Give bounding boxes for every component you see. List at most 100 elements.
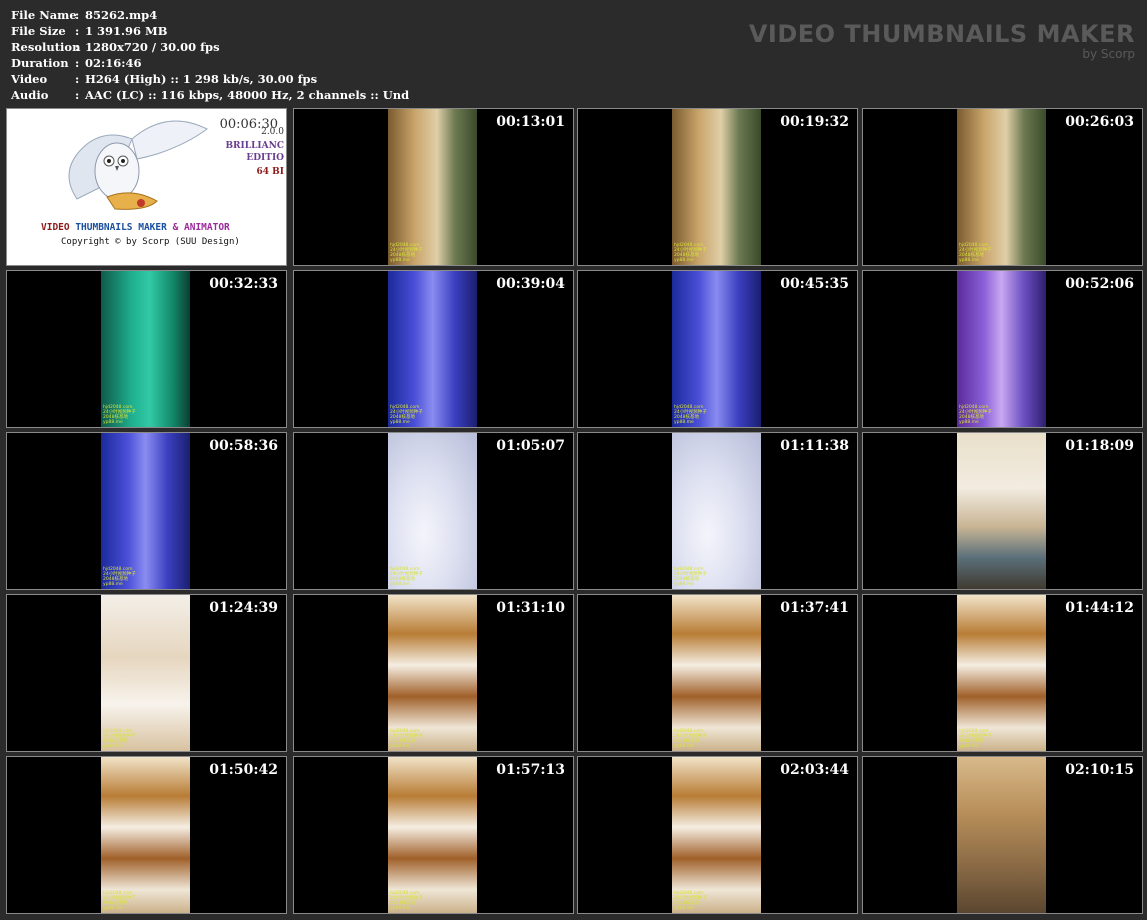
- thumbnail-timestamp: 00:26:03: [1065, 114, 1134, 130]
- thumbnail-tile: 01:18:09: [862, 432, 1143, 590]
- thumbnail-tile: hjd2048.com 24小时视频种子 2048核基地 yp88.me 01:57:1…: [293, 756, 574, 914]
- thumbnail-timestamp: 01:50:42: [209, 762, 278, 778]
- thumbnail-tile: hjd2048.com 24小时视频种子 2048核基地 yp88.me 00:58:3…: [6, 432, 287, 590]
- info-row: Duration:02:16:46: [11, 55, 409, 71]
- thumbnail-timestamp: 01:24:39: [209, 600, 278, 616]
- thumbnail-grid: 00:06:30 2.0.0 BRILLIANC EDITIO 64 BI VI…: [6, 108, 1144, 918]
- video-frame: hjd2048.com 24小时视频种子 2048核基地 yp88.me: [388, 433, 477, 589]
- info-label: Video: [11, 72, 48, 86]
- video-frame: [957, 433, 1046, 589]
- info-separator: :: [75, 40, 80, 54]
- logo-product-part3: & ANIMATOR: [172, 222, 230, 233]
- watermark-line: yp88.me: [103, 582, 123, 587]
- info-row: File Size:1 391.96 MB: [11, 23, 409, 39]
- thumbnail-timestamp: 02:10:15: [1065, 762, 1134, 778]
- watermark-line: yp88.me: [390, 744, 410, 749]
- logo-edition-line1: BRILLIANC: [225, 141, 284, 151]
- thumbnail-tile: hjd2048.com 24小时视频种子 2048核基地 yp88.me 00:39:0…: [293, 270, 574, 428]
- logo-product-part2: THUMBNAILS MAKER: [75, 222, 173, 233]
- info-separator: :: [75, 56, 80, 70]
- watermark-line: yp88.me: [959, 258, 979, 263]
- frame-watermark: hjd2048.com 24小时视频种子 2048核基地 yp88.me: [390, 567, 423, 587]
- thumbnail-tile: hjd2048.com 24小时视频种子 2048核基地 yp88.me 00:52:0…: [862, 270, 1143, 428]
- thumbnail-tile: hjd2048.com 24小时视频种子 2048核基地 yp88.me 00:19:3…: [577, 108, 858, 266]
- frame-watermark: hjd2048.com 24小时视频种子 2048核基地 yp88.me: [959, 729, 992, 749]
- thumbnail-tile: hjd2048.com 24小时视频种子 2048核基地 yp88.me 01:24:3…: [6, 594, 287, 752]
- logo-tile: 00:06:30 2.0.0 BRILLIANC EDITIO 64 BI VI…: [6, 108, 287, 266]
- thumbnail-tile: hjd2048.com 24小时视频种子 2048核基地 yp88.me 01:37:4…: [577, 594, 858, 752]
- video-frame: hjd2048.com 24小时视频种子 2048核基地 yp88.me: [388, 109, 477, 265]
- thumbnail-timestamp: 01:05:07: [496, 438, 565, 454]
- thumbnail-tile: hjd2048.com 24小时视频种子 2048核基地 yp88.me 00:13:0…: [293, 108, 574, 266]
- video-frame: hjd2048.com 24小时视频种子 2048核基地 yp88.me: [388, 595, 477, 751]
- frame-watermark: hjd2048.com 24小时视频种子 2048核基地 yp88.me: [959, 243, 992, 263]
- info-label: File Name: [11, 8, 77, 22]
- info-value: 1280x720 / 30.00 fps: [85, 40, 220, 54]
- frame-watermark: hjd2048.com 24小时视频种子 2048核基地 yp88.me: [674, 243, 707, 263]
- watermark-line: yp88.me: [674, 906, 694, 911]
- video-frame: hjd2048.com 24小时视频种子 2048核基地 yp88.me: [101, 757, 190, 913]
- thumbnail-timestamp: 00:13:01: [496, 114, 565, 130]
- thumbnail-tile: hjd2048.com 24小时视频种子 2048核基地 yp88.me 01:05:0…: [293, 432, 574, 590]
- thumbnail-tile: 02:10:15: [862, 756, 1143, 914]
- watermark-line: yp88.me: [390, 582, 410, 587]
- watermark-line: yp88.me: [390, 258, 410, 263]
- video-frame: [957, 757, 1046, 913]
- video-frame: hjd2048.com 24小时视频种子 2048核基地 yp88.me: [672, 109, 761, 265]
- video-frame: hjd2048.com 24小时视频种子 2048核基地 yp88.me: [101, 595, 190, 751]
- watermark-line: yp88.me: [674, 420, 694, 425]
- video-frame: hjd2048.com 24小时视频种子 2048核基地 yp88.me: [388, 271, 477, 427]
- info-value: 85262.mp4: [85, 8, 158, 22]
- frame-watermark: hjd2048.com 24小时视频种子 2048核基地 yp88.me: [674, 891, 707, 911]
- info-label: Duration: [11, 56, 69, 70]
- info-row: File Name:85262.mp4: [11, 7, 409, 23]
- owl-logo-icon: [68, 120, 208, 210]
- thumbnail-tile: hjd2048.com 24小时视频种子 2048核基地 yp88.me 00:45:3…: [577, 270, 858, 428]
- watermark-line: yp88.me: [674, 582, 694, 587]
- video-frame: hjd2048.com 24小时视频种子 2048核基地 yp88.me: [388, 757, 477, 913]
- logo-version: 2.0.0: [261, 127, 284, 137]
- watermark-line: yp88.me: [959, 744, 979, 749]
- thumbnail-tile: hjd2048.com 24小时视频种子 2048核基地 yp88.me 00:26:0…: [862, 108, 1143, 266]
- frame-watermark: hjd2048.com 24小时视频种子 2048核基地 yp88.me: [103, 891, 136, 911]
- thumbnail-timestamp: 01:37:41: [780, 600, 849, 616]
- info-label: Resolution: [11, 40, 81, 54]
- video-frame: hjd2048.com 24小时视频种子 2048核基地 yp88.me: [957, 595, 1046, 751]
- info-label: Audio: [11, 88, 49, 102]
- info-label: File Size: [11, 24, 66, 38]
- frame-watermark: hjd2048.com 24小时视频种子 2048核基地 yp88.me: [103, 405, 136, 425]
- info-row: Audio: AAC (LC) :: 116 kbps, 48000 Hz, 2 …: [11, 87, 409, 103]
- frame-watermark: hjd2048.com 24小时视频种子 2048核基地 yp88.me: [390, 891, 423, 911]
- frame-watermark: hjd2048.com 24小时视频种子 2048核基地 yp88.me: [390, 243, 423, 263]
- thumbnail-timestamp: 01:44:12: [1065, 600, 1134, 616]
- thumbnail-tile: hjd2048.com 24小时视频种子 2048核基地 yp88.me 01:50:4…: [6, 756, 287, 914]
- frame-watermark: hjd2048.com 24小时视频种子 2048核基地 yp88.me: [674, 729, 707, 749]
- thumbnail-timestamp: 01:31:10: [496, 600, 565, 616]
- thumbnail-timestamp: 00:32:33: [209, 276, 278, 292]
- video-frame: hjd2048.com 24小时视频种子 2048核基地 yp88.me: [101, 433, 190, 589]
- info-row: Resolution:1280x720 / 30.00 fps: [11, 39, 409, 55]
- video-frame: hjd2048.com 24小时视频种子 2048核基地 yp88.me: [672, 757, 761, 913]
- info-value: H264 (High) :: 1 298 kb/s, 30.00 fps: [85, 72, 318, 86]
- thumbnail-timestamp: 00:39:04: [496, 276, 565, 292]
- thumbnail-tile: hjd2048.com 24小时视频种子 2048核基地 yp88.me 01:44:1…: [862, 594, 1143, 752]
- frame-watermark: hjd2048.com 24小时视频种子 2048核基地 yp88.me: [674, 405, 707, 425]
- thumbnail-tile: hjd2048.com 24小时视频种子 2048核基地 yp88.me 01:11:3…: [577, 432, 858, 590]
- video-frame: hjd2048.com 24小时视频种子 2048核基地 yp88.me: [672, 595, 761, 751]
- thumbnail-timestamp: 00:45:35: [780, 276, 849, 292]
- logo-bits: 64 BI: [256, 167, 284, 177]
- thumbnail-timestamp: 01:11:38: [780, 438, 849, 454]
- frame-watermark: hjd2048.com 24小时视频种子 2048核基地 yp88.me: [674, 567, 707, 587]
- frame-watermark: hjd2048.com 24小时视频种子 2048核基地 yp88.me: [390, 405, 423, 425]
- thumbnail-timestamp: 00:58:36: [209, 438, 278, 454]
- frame-watermark: hjd2048.com 24小时视频种子 2048核基地 yp88.me: [103, 729, 136, 749]
- watermark-line: yp88.me: [674, 744, 694, 749]
- watermark-line: yp88.me: [390, 906, 410, 911]
- brand-subtitle: by Scorp: [1082, 47, 1135, 61]
- watermark-line: yp88.me: [103, 744, 123, 749]
- frame-watermark: hjd2048.com 24小时视频种子 2048核基地 yp88.me: [959, 405, 992, 425]
- video-frame: hjd2048.com 24小时视频种子 2048核基地 yp88.me: [672, 271, 761, 427]
- info-value: AAC (LC) :: 116 kbps, 48000 Hz, 2 channe…: [85, 88, 410, 102]
- info-row: Video: H264 (High) :: 1 298 kb/s, 30.00 f…: [11, 71, 409, 87]
- logo-product-name: VIDEO THUMBNAILS MAKER & ANIMATOR: [41, 222, 230, 233]
